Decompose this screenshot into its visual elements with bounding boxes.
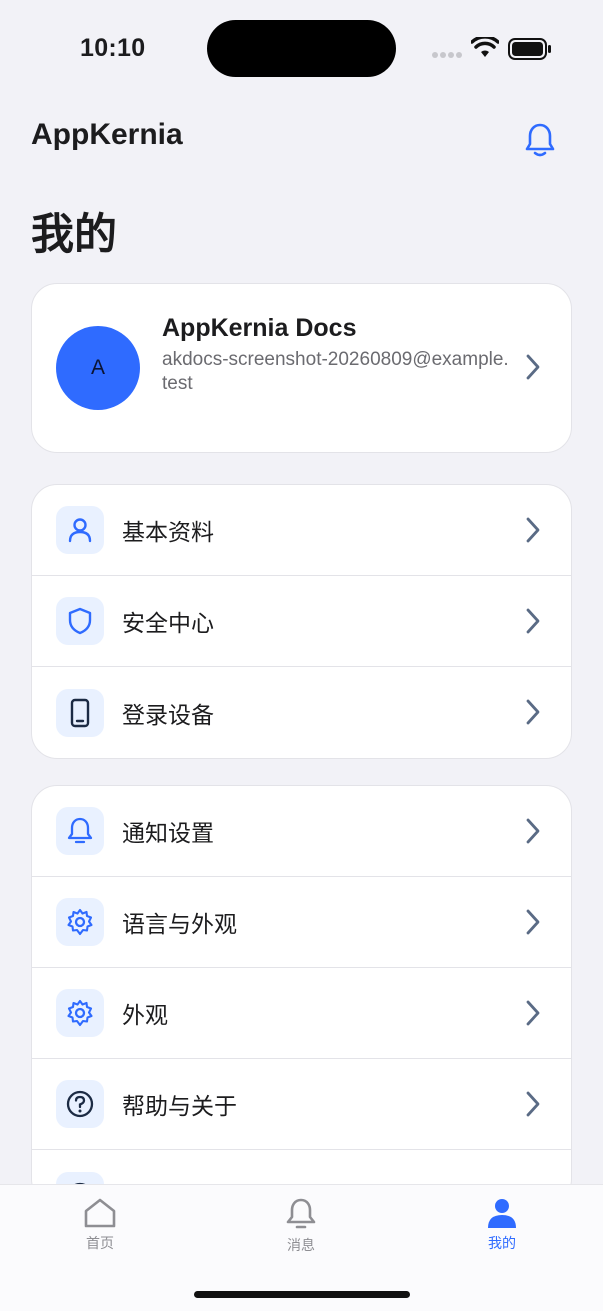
bell-icon bbox=[525, 123, 555, 157]
shield-icon bbox=[56, 597, 104, 645]
menu-item-label: 语言与外观 bbox=[122, 911, 237, 937]
battery-icon bbox=[508, 38, 551, 60]
tab-mine[interactable]: 我的 bbox=[462, 1197, 542, 1253]
gear-icon bbox=[56, 989, 104, 1037]
app-settings-group: 通知设置 语言与外观 外观 帮助与关于 bbox=[31, 785, 572, 1205]
profile-card[interactable]: A AppKernia Docs akdocs-screenshot-20260… bbox=[31, 283, 572, 453]
tab-label: 消息 bbox=[287, 1237, 315, 1253]
menu-item-login-devices[interactable]: 登录设备 bbox=[32, 667, 571, 758]
menu-item-label: 帮助与关于 bbox=[122, 1093, 237, 1119]
profile-name: AppKernia Docs bbox=[162, 314, 357, 342]
status-bar: 10:10 bbox=[0, 0, 603, 100]
tab-label: 首页 bbox=[86, 1235, 114, 1251]
chevron-right-icon bbox=[526, 1000, 540, 1026]
menu-item-label: 基本资料 bbox=[122, 519, 214, 545]
dynamic-island bbox=[207, 20, 396, 77]
question-circle-icon bbox=[56, 1080, 104, 1128]
page-title: 我的 bbox=[31, 211, 117, 259]
phone-device-icon bbox=[56, 688, 104, 737]
profile-email: akdocs-screenshot-20260809@example.test bbox=[162, 349, 509, 394]
menu-item-label: 外观 bbox=[122, 1002, 168, 1028]
home-icon bbox=[84, 1198, 116, 1228]
chevron-right-icon bbox=[526, 1091, 540, 1117]
home-indicator bbox=[194, 1291, 410, 1298]
menu-item-notification-settings[interactable]: 通知设置 bbox=[32, 786, 571, 877]
chevron-right-icon bbox=[526, 699, 540, 725]
chevron-right-icon bbox=[526, 818, 540, 844]
menu-item-label: 安全中心 bbox=[122, 610, 214, 636]
tab-label: 我的 bbox=[488, 1235, 516, 1251]
menu-item-security-center[interactable]: 安全中心 bbox=[32, 576, 571, 667]
menu-item-help-about[interactable]: 帮助与关于 bbox=[32, 1059, 571, 1150]
wifi-icon bbox=[471, 37, 499, 57]
person-icon bbox=[56, 506, 104, 554]
avatar: A bbox=[56, 326, 140, 410]
menu-item-appearance[interactable]: 外观 bbox=[32, 968, 571, 1059]
app-title: AppKernia bbox=[31, 118, 183, 151]
tab-home[interactable]: 首页 bbox=[60, 1197, 140, 1253]
chevron-right-icon bbox=[526, 354, 540, 380]
menu-item-label: 通知设置 bbox=[122, 820, 214, 846]
menu-item-label: 登录设备 bbox=[122, 701, 214, 728]
chevron-right-icon bbox=[526, 608, 540, 634]
status-time: 10:10 bbox=[80, 34, 146, 62]
account-settings-group: 基本资料 安全中心 登录设备 bbox=[31, 484, 572, 759]
signal-icon bbox=[432, 52, 462, 58]
menu-item-language-appearance[interactable]: 语言与外观 bbox=[32, 877, 571, 968]
notifications-button[interactable] bbox=[520, 118, 560, 162]
chevron-right-icon bbox=[526, 517, 540, 543]
bell-icon bbox=[286, 1198, 316, 1229]
gear-icon bbox=[56, 898, 104, 946]
person-icon bbox=[488, 1199, 516, 1228]
bell-icon bbox=[56, 807, 104, 855]
menu-item-basic-profile[interactable]: 基本资料 bbox=[32, 485, 571, 576]
tab-messages[interactable]: 消息 bbox=[261, 1197, 341, 1255]
chevron-right-icon bbox=[526, 909, 540, 935]
